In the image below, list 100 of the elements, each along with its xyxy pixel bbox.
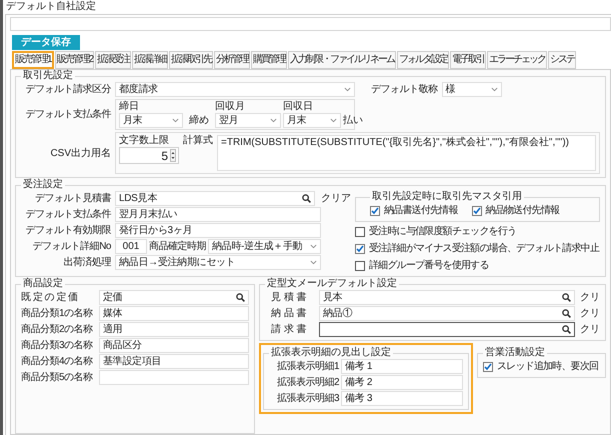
field-label: 商品分類1の名称	[21, 306, 94, 321]
chevron-icon	[310, 244, 317, 249]
field-label: デフォルト請求区分	[24, 82, 112, 97]
text-field[interactable]: 001	[115, 239, 147, 254]
search-icon[interactable]	[562, 309, 571, 318]
tab[interactable]: 販売管理2	[54, 51, 94, 69]
search-icon[interactable]	[302, 194, 311, 203]
field-label: 請 求 書	[270, 322, 308, 337]
dropdown[interactable]: 月末	[119, 113, 183, 128]
field-label: 見 積 書	[270, 290, 308, 305]
chevron-icon	[344, 87, 351, 92]
number-spinner[interactable]: 5	[119, 147, 179, 164]
formula-field[interactable]: =TRIM(SUBSTITUTE(SUBSTITUTE("{取引先名}","株式会社",""),"有限会社",""))	[217, 135, 596, 171]
group-title: 商品設定	[22, 278, 64, 290]
tab[interactable]: 拡張詳細	[132, 51, 168, 69]
checkbox-label: 受注詳細がマイナス受注額の場合、デフォルト請求中止	[369, 242, 600, 256]
field-label: 文字数上限	[119, 135, 170, 147]
checkbox[interactable]	[483, 362, 493, 372]
field-label: 商品分類4の名称	[21, 354, 94, 369]
search-icon[interactable]	[562, 325, 571, 334]
field-label: CSV出力用名	[49, 146, 112, 160]
checkbox[interactable]	[355, 226, 365, 236]
chevron-icon	[270, 118, 277, 123]
spin-arrows-icon[interactable]	[170, 149, 176, 162]
dropdown[interactable]: 様	[442, 82, 502, 97]
group-title: 営業活動設定	[484, 347, 546, 359]
tab[interactable]: 分析管理	[214, 51, 250, 69]
text-field[interactable]: 納品①	[319, 306, 575, 321]
tab[interactable]: システ	[548, 51, 576, 69]
text-field[interactable]: 媒体	[99, 306, 249, 321]
field-label: 拡張表示明細1	[276, 360, 339, 374]
group-title: 受注設定	[22, 179, 64, 191]
field-label: 回収月	[215, 101, 246, 113]
text-field[interactable]: 見本	[319, 290, 575, 305]
field-text: 締め	[188, 114, 210, 128]
empty-field[interactable]	[10, 17, 611, 31]
dropdown[interactable]: 都度請求	[115, 82, 355, 97]
search-icon[interactable]	[562, 293, 571, 302]
dropdown[interactable]: 納品時-逆生成＋手動	[208, 239, 321, 254]
checkbox-label: 詳細グループ番号を使用する	[369, 258, 489, 273]
dropdown[interactable]: 納品日→受注納期にセット	[115, 255, 321, 270]
checkbox-label: 納品書送付先情報	[384, 204, 458, 218]
checkbox[interactable]	[355, 244, 365, 254]
dropdown[interactable]: 月末	[283, 113, 341, 128]
tab[interactable]: 電子取引	[450, 51, 486, 69]
text-field[interactable]: 定価	[99, 290, 249, 305]
chevron-icon	[310, 260, 317, 265]
field-label: デフォルト見積書	[34, 192, 112, 206]
field-label: デフォルト支払条件	[24, 108, 112, 122]
text-field[interactable]: 商品区分	[99, 338, 249, 353]
text-field[interactable]: 発行日から3ヶ月	[115, 223, 321, 238]
tab[interactable]: 拡張取引先	[169, 51, 214, 69]
group-title: 拡張表示明細の見出し設定	[270, 347, 392, 359]
checkbox-label: 受注時に与信限度額チェックを行う	[369, 224, 516, 239]
field-label: 出荷済処理	[62, 256, 112, 270]
field-label: 既 定 の 定 価	[21, 290, 79, 305]
field-label: 商品確定時期	[149, 240, 206, 254]
text-field[interactable]: 適用	[99, 322, 249, 337]
group-title: 取引先設定	[22, 70, 74, 82]
clear-link[interactable]: クリ	[580, 290, 600, 305]
tab[interactable]: 購買管理	[251, 51, 288, 69]
dropdown[interactable]: 翌月	[215, 113, 281, 128]
window-title: デフォルト自社設定	[5, 0, 97, 14]
field-label: 商品分類3の名称	[21, 338, 94, 353]
field-label: 商品分類2の名称	[21, 322, 94, 337]
clear-link[interactable]: クリ	[580, 306, 600, 321]
text-field[interactable]: 備考 1	[341, 359, 463, 374]
chevron-icon	[330, 118, 337, 123]
text-field[interactable]: 備考 3	[341, 391, 463, 406]
search-icon[interactable]	[236, 293, 245, 302]
field-label: 商品分類5の名称	[21, 370, 94, 385]
text-field[interactable]: 備考 2	[341, 375, 463, 390]
clear-link[interactable]: クリア	[321, 191, 351, 206]
field-text: 払い	[343, 114, 363, 128]
chevron-icon	[490, 87, 498, 92]
group-title: 定型文メールデフォルト設定	[266, 278, 398, 290]
checkbox-label: スレッド追加時、要次回	[497, 360, 598, 374]
field-label: デフォルト詳細No	[32, 240, 112, 254]
tab[interactable]: 入力制限・ファイルリネーム	[288, 51, 396, 69]
field-label: 計算式	[183, 135, 213, 148]
group-title: 取引先設定時に取引先マスタ引用	[371, 191, 523, 203]
checkbox[interactable]	[370, 206, 380, 216]
field-label: デフォルト有効期限	[24, 224, 112, 238]
field-label: デフォルト敬称	[371, 83, 438, 97]
chevron-icon	[172, 118, 179, 123]
field-label: 拡張表示明細3	[276, 392, 339, 406]
checkbox-label: 納品物送付先情報	[486, 204, 560, 218]
text-field[interactable]: LDS見本	[115, 191, 315, 206]
tab[interactable]: エラーチェック	[487, 51, 548, 69]
clear-link[interactable]: クリ	[580, 322, 600, 337]
field-label: 納 品 書	[270, 306, 308, 321]
text-field[interactable]	[319, 322, 575, 337]
text-field[interactable]: 基準設定項目	[99, 354, 249, 369]
tab[interactable]: フォルダ設定	[397, 51, 450, 69]
tab[interactable]: 拡張受注	[95, 51, 132, 69]
checkbox[interactable]	[355, 260, 365, 270]
tab[interactable]: 販売管理1	[12, 51, 54, 69]
text-field[interactable]: 翌月月末払い	[115, 207, 321, 222]
checkbox[interactable]	[472, 206, 482, 216]
field-label: 回収日	[283, 101, 314, 113]
